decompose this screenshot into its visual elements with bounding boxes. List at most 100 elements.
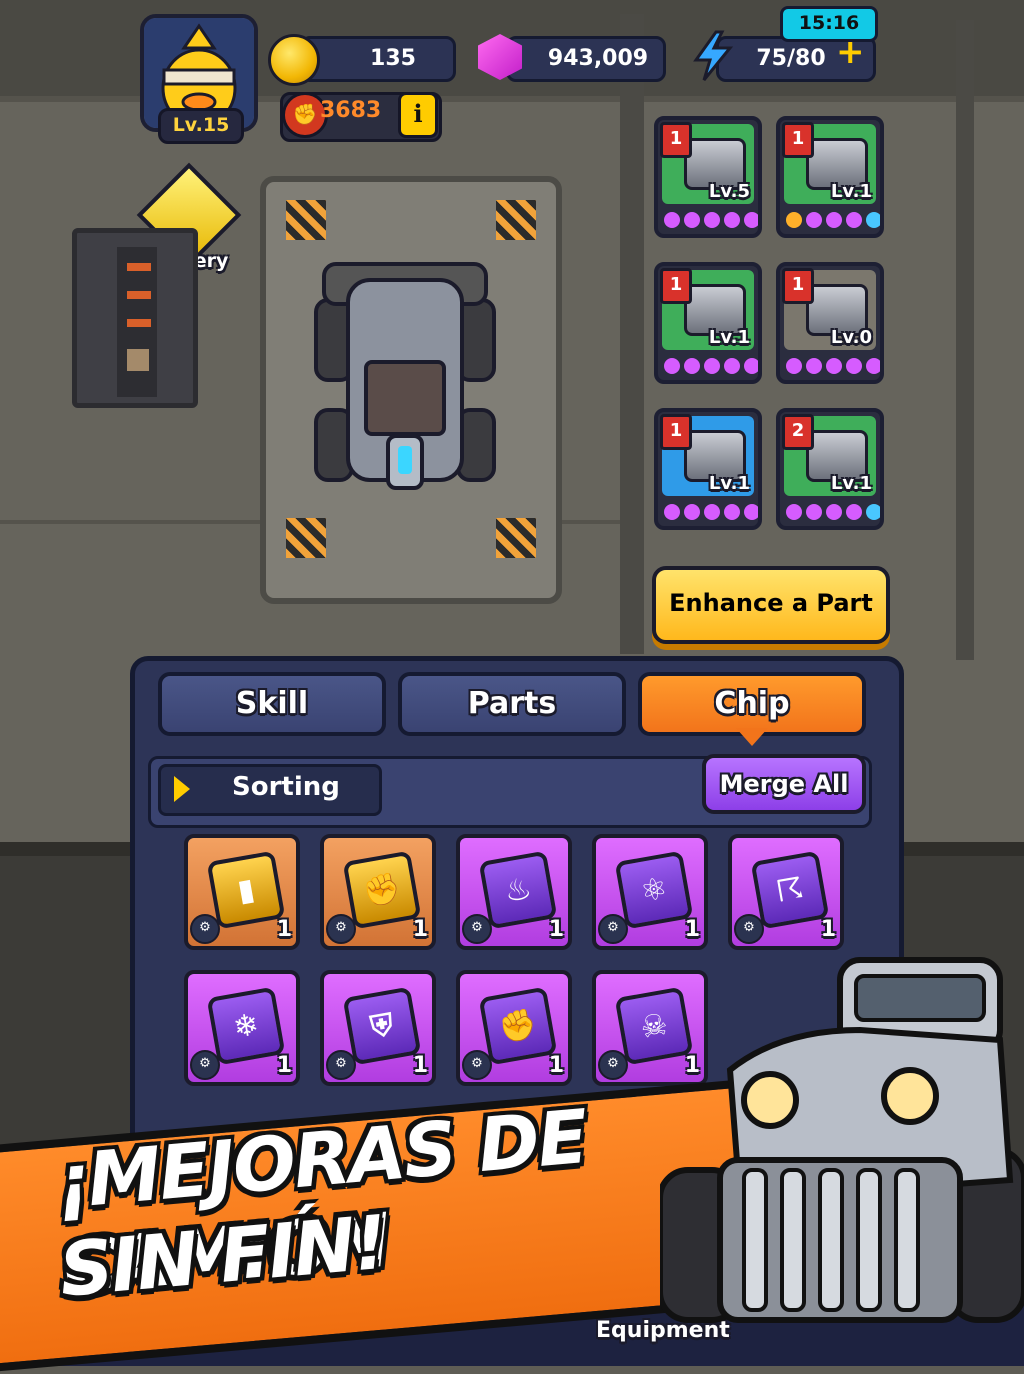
tool-board	[72, 228, 198, 408]
chip-count: 1	[412, 1053, 428, 1078]
grade-dot	[744, 358, 758, 374]
chip-item[interactable]: ♨ ⚙ 1	[456, 834, 572, 950]
play-arrow-icon	[174, 776, 190, 802]
lightning-icon	[693, 30, 734, 81]
grade-dot	[684, 504, 700, 520]
part-count: 2	[782, 414, 814, 450]
sorting-label: Sorting	[232, 772, 340, 802]
grade-dot	[704, 504, 720, 520]
chip-count: 1	[684, 917, 700, 942]
chip-item[interactable]: ✊ ⚙ 1	[456, 970, 572, 1086]
merge-all-button[interactable]: Merge All	[702, 754, 866, 814]
part-level: Lv.1	[830, 181, 872, 202]
tab-parts[interactable]: Parts	[398, 672, 626, 736]
shield-icon: ⛨	[342, 986, 422, 1066]
energy-value: 75/80	[756, 46, 826, 71]
part-grade-dots	[786, 212, 880, 228]
chip-type-icon: ⚙	[462, 1050, 492, 1080]
info-icon[interactable]: i	[398, 92, 438, 138]
part-grade-dots	[664, 504, 758, 520]
fist-icon: ✊	[478, 986, 558, 1066]
part-level: Lv.0	[830, 327, 872, 348]
part-grade-dots	[786, 504, 880, 520]
part-level: Lv.1	[830, 473, 872, 494]
part-level: Lv.1	[708, 327, 750, 348]
player-truck[interactable]	[310, 250, 500, 520]
grade-dot	[866, 504, 880, 520]
part-level: Lv.1	[708, 473, 750, 494]
part-grade-dots	[664, 212, 758, 228]
chip-item[interactable]: ⚛ ⚙ 1	[592, 834, 708, 950]
fire-icon: ♨	[478, 850, 558, 930]
grade-dot	[866, 212, 880, 228]
coin-icon	[268, 34, 320, 86]
grade-dot	[806, 504, 822, 520]
grade-dot	[826, 358, 842, 374]
part-level: Lv.5	[708, 181, 750, 202]
gold-counter: 135	[300, 36, 456, 82]
chip-type-icon: ⚙	[462, 914, 492, 944]
gem-counter: 943,009	[506, 36, 666, 82]
part-count: 1	[660, 122, 692, 158]
chip-type-icon: ⚙	[326, 1050, 356, 1080]
grade-dot	[724, 504, 740, 520]
grade-dot	[744, 212, 758, 228]
plus-icon[interactable]: +	[836, 35, 865, 69]
chip-item[interactable]: ❄ ⚙ 1	[184, 970, 300, 1086]
grade-dot	[866, 358, 880, 374]
power-value: 3683	[320, 98, 382, 123]
part-card[interactable]: 1 Lv.1	[776, 116, 884, 238]
chip-item[interactable]: ☈ ⚙ 1	[728, 834, 844, 950]
chip-count: 1	[276, 917, 292, 942]
fist-icon: ✊	[342, 850, 422, 930]
gem-value: 943,009	[547, 46, 649, 71]
grade-dot	[826, 504, 842, 520]
grade-dot	[684, 212, 700, 228]
part-count: 1	[660, 268, 692, 304]
chip-type-icon: ⚙	[734, 914, 764, 944]
part-card[interactable]: 1 Lv.1	[654, 408, 762, 530]
tab-chip[interactable]: Chip	[638, 672, 866, 736]
chip-type-icon: ⚙	[598, 1050, 628, 1080]
grade-dot	[684, 358, 700, 374]
chip-item[interactable]: ⛨ ⚙ 1	[320, 970, 436, 1086]
part-grade-dots	[786, 358, 880, 374]
player-level: Lv.15	[158, 108, 244, 144]
chip-type-icon: ⚙	[326, 914, 356, 944]
grade-dot	[704, 212, 720, 228]
grade-dot	[846, 358, 862, 374]
part-card[interactable]: 1 Lv.1	[654, 262, 762, 384]
snowflake-icon: ❄	[206, 986, 286, 1066]
part-count: 1	[782, 122, 814, 158]
grade-dot	[664, 358, 680, 374]
grade-dot	[806, 358, 822, 374]
chip-count: 1	[548, 917, 564, 942]
part-card[interactable]: 2 Lv.1	[776, 408, 884, 530]
chip-item[interactable]: ✊ ⚙ 1	[320, 834, 436, 950]
grade-dot	[846, 504, 862, 520]
enhance-part-button[interactable]: Enhance a Part	[652, 566, 890, 644]
part-card[interactable]: 1 Lv.0	[776, 262, 884, 384]
active-tab-pointer	[736, 728, 768, 746]
chip-count: 1	[820, 917, 836, 942]
part-card[interactable]: 1 Lv.5	[654, 116, 762, 238]
chip-type-icon: ⚙	[598, 914, 628, 944]
grade-dot	[724, 358, 740, 374]
grade-dot	[846, 212, 862, 228]
part-count: 1	[782, 268, 814, 304]
grade-dot	[724, 212, 740, 228]
promo-truck-illustration	[660, 957, 1024, 1323]
energy-timer: 15:16	[780, 6, 878, 42]
atom-icon: ⚛	[614, 850, 694, 930]
grade-dot	[664, 212, 680, 228]
part-grade-dots	[664, 358, 758, 374]
grade-dot	[744, 504, 758, 520]
part-count: 1	[660, 414, 692, 450]
chip-item[interactable]: ▮ ⚙ 1	[184, 834, 300, 950]
grade-dot	[786, 212, 802, 228]
grade-dot	[826, 212, 842, 228]
chip-count: 1	[276, 1053, 292, 1078]
tab-skill[interactable]: Skill	[158, 672, 386, 736]
grade-dot	[786, 358, 802, 374]
grade-dot	[664, 504, 680, 520]
